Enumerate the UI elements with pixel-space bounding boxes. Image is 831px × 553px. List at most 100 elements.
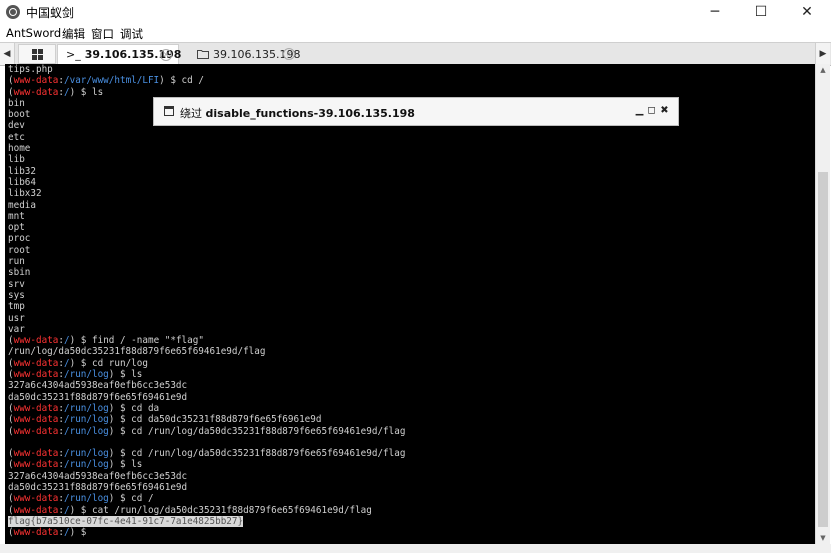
terminal-command-line: (www-data:/) $ [8, 527, 92, 539]
menu-window[interactable]: 窗口 [91, 26, 114, 42]
prompt-user: www-data [13, 369, 59, 381]
command-text: ) $ cd / [159, 75, 204, 87]
prompt-user: www-data [13, 414, 59, 426]
terminal-output-line: media [8, 199, 36, 211]
prompt-path: /run/log [64, 459, 109, 471]
tab-filemanager[interactable]: 39.106.135.198 ✕ [189, 44, 301, 64]
terminal-output-line: 327a6c4304ad5938eaf0efb6cc3e53dc [8, 380, 188, 392]
command-text: ) $ cd / [108, 493, 154, 505]
scroll-up-icon[interactable]: ▲ [816, 64, 830, 76]
command-text: ) $ ls [108, 459, 143, 471]
tab-home[interactable] [18, 44, 56, 64]
dialog-title: 绕过 disable_functions-39.106.135.198 [180, 105, 415, 121]
tab-close-icon[interactable]: ✕ [283, 48, 295, 60]
scroll-thumb[interactable] [818, 172, 828, 527]
prompt-user: www-data [13, 448, 59, 460]
terminal-output[interactable]: tips.php (www-data:/var/www/html/LFI) $ c… [5, 64, 815, 544]
terminal-output-line: tips.php [8, 64, 53, 75]
prompt-path: /run/log [64, 414, 109, 426]
terminal-output-line: run [8, 256, 25, 268]
dialog-close-button[interactable]: ✖ [659, 104, 670, 117]
terminal-output-line: usr [8, 312, 25, 324]
menu-edit[interactable]: 编辑 [62, 26, 85, 42]
prompt-user: www-data [13, 335, 59, 347]
dialog-title-text: disable_functions-39.106.135.198 [205, 107, 415, 120]
terminal-output-line: opt [8, 222, 25, 234]
terminal-command-line: (www-data:/) $ find / -name "*flag" [8, 335, 204, 347]
maximize-button[interactable]: ☐ [738, 0, 784, 24]
terminal-output-line: lib64 [8, 176, 36, 188]
terminal-command-line: (www-data:/run/log) $ cd da50dc35231f88d… [8, 414, 322, 426]
command-text: ) $ ls [69, 86, 104, 98]
minimize-button[interactable]: ─ [692, 0, 738, 24]
dialog-title-prefix: 绕过 [180, 107, 202, 120]
close-button[interactable]: ✕ [784, 0, 830, 24]
terminal-command-line: (www-data:/run/log) $ cd / [8, 493, 154, 505]
prompt-user: www-data [13, 527, 59, 539]
terminal-command-line: (www-data:/) $ cd run/log [8, 357, 148, 369]
tab-scroll-right-button[interactable]: ▶ [815, 43, 830, 65]
tab-scroll-left-button[interactable]: ◀ [0, 43, 15, 65]
scroll-down-icon[interactable]: ▼ [816, 532, 830, 544]
terminal-output-line: lib [8, 154, 25, 166]
prompt-path: /var/www/html/LFI [64, 75, 160, 87]
terminal-output-line: libx32 [8, 188, 42, 200]
terminal-output-line: home [8, 143, 31, 155]
terminal-output-line: flag{b7a510ce-07fc-4e41-91c7-7a1e4825bb2… [5, 515, 815, 527]
prompt-user: www-data [13, 493, 59, 505]
prompt-path: /run/log [64, 493, 109, 505]
command-text: ) $ cd da50dc35231f88d879f6e65f6961e9d [108, 414, 322, 426]
menu-bar: AntSword 编辑 窗口 调试 [0, 24, 831, 42]
prompt-user: www-data [13, 86, 59, 98]
selected-flag-text: flag{b7a510ce-07fc-4e41-91c7-7a1e4825bb2… [8, 515, 244, 527]
window-icon [164, 106, 174, 116]
bypass-dialog[interactable]: 绕过 disable_functions-39.106.135.198 ▁ ◻ … [153, 97, 679, 126]
command-text: ) $ ls [108, 369, 143, 381]
tab-terminal-active[interactable]: >_ 39.106.135.198 ✕ [57, 44, 181, 64]
terminal-output-line: root [8, 244, 31, 256]
terminal-command-line: (www-data:/var/www/html/LFI) $ cd / [8, 75, 204, 87]
prompt-path: /run/log [64, 402, 109, 414]
folder-icon [197, 50, 209, 59]
command-text: ) $ find / -name "*flag" [69, 335, 204, 347]
prompt-path: /run/log [64, 425, 109, 437]
prompt-path: /run/log [64, 448, 109, 460]
terminal-output-line: tmp [8, 301, 25, 313]
menu-antsword[interactable]: AntSword [6, 26, 61, 40]
prompt-user: www-data [13, 75, 59, 87]
terminal-icon: >_ [66, 48, 81, 61]
window-title: 中国蚁剑 [26, 6, 75, 20]
terminal-output-line: da50dc35231f88d879f6e65f69461e9d [8, 481, 188, 493]
command-text: ) $ [69, 527, 92, 539]
command-text: ) $ cd /run/log/da50dc35231f88d879f6e65f… [108, 448, 406, 460]
menu-debug[interactable]: 调试 [120, 26, 143, 42]
command-text: ) $ cd run/log [69, 357, 148, 369]
terminal-output-line: srv [8, 278, 25, 290]
prompt-user: www-data [13, 357, 59, 369]
terminal-output-line: lib32 [8, 165, 36, 177]
tab-close-icon[interactable]: ✕ [160, 49, 172, 61]
terminal-output-line: /run/log/da50dc35231f88d879f6e65f69461e9… [8, 346, 266, 358]
title-bar: 中国蚁剑 ─ ☐ ✕ [0, 0, 831, 24]
prompt-user: www-data [13, 425, 59, 437]
dialog-maximize-button[interactable]: ◻ [646, 104, 657, 117]
terminal-output-line: etc [8, 131, 25, 143]
terminal-command-line: (www-data:/) $ cat /run/log/da50dc35231f… [8, 504, 372, 516]
prompt-user: www-data [13, 504, 59, 516]
status-strip [0, 544, 831, 553]
terminal-scrollbar[interactable]: ▲ ▼ [815, 64, 830, 544]
antsword-logo-icon [6, 5, 20, 19]
terminal-output-line: sys [8, 289, 25, 301]
terminal-output-line: da50dc35231f88d879f6e65f69461e9d [8, 391, 188, 403]
terminal-output-line: 327a6c4304ad5938eaf0efb6cc3e53dc [8, 470, 188, 482]
dialog-minimize-button[interactable]: ▁ [634, 104, 645, 117]
prompt-path: /run/log [64, 369, 109, 381]
command-text: ) $ cat /run/log/da50dc35231f88d879f6e65… [69, 504, 372, 516]
terminal-output-line: sbin [8, 267, 31, 279]
grid-icon [31, 48, 43, 60]
terminal-command-line: (www-data:/run/log) $ ls [8, 459, 143, 471]
prompt-user: www-data [13, 459, 59, 471]
command-text: ) $ cd da [108, 402, 160, 414]
terminal-command-line: (www-data:/run/log) $ cd /run/log/da50dc… [8, 425, 406, 437]
terminal-output-line: mnt [8, 210, 25, 222]
